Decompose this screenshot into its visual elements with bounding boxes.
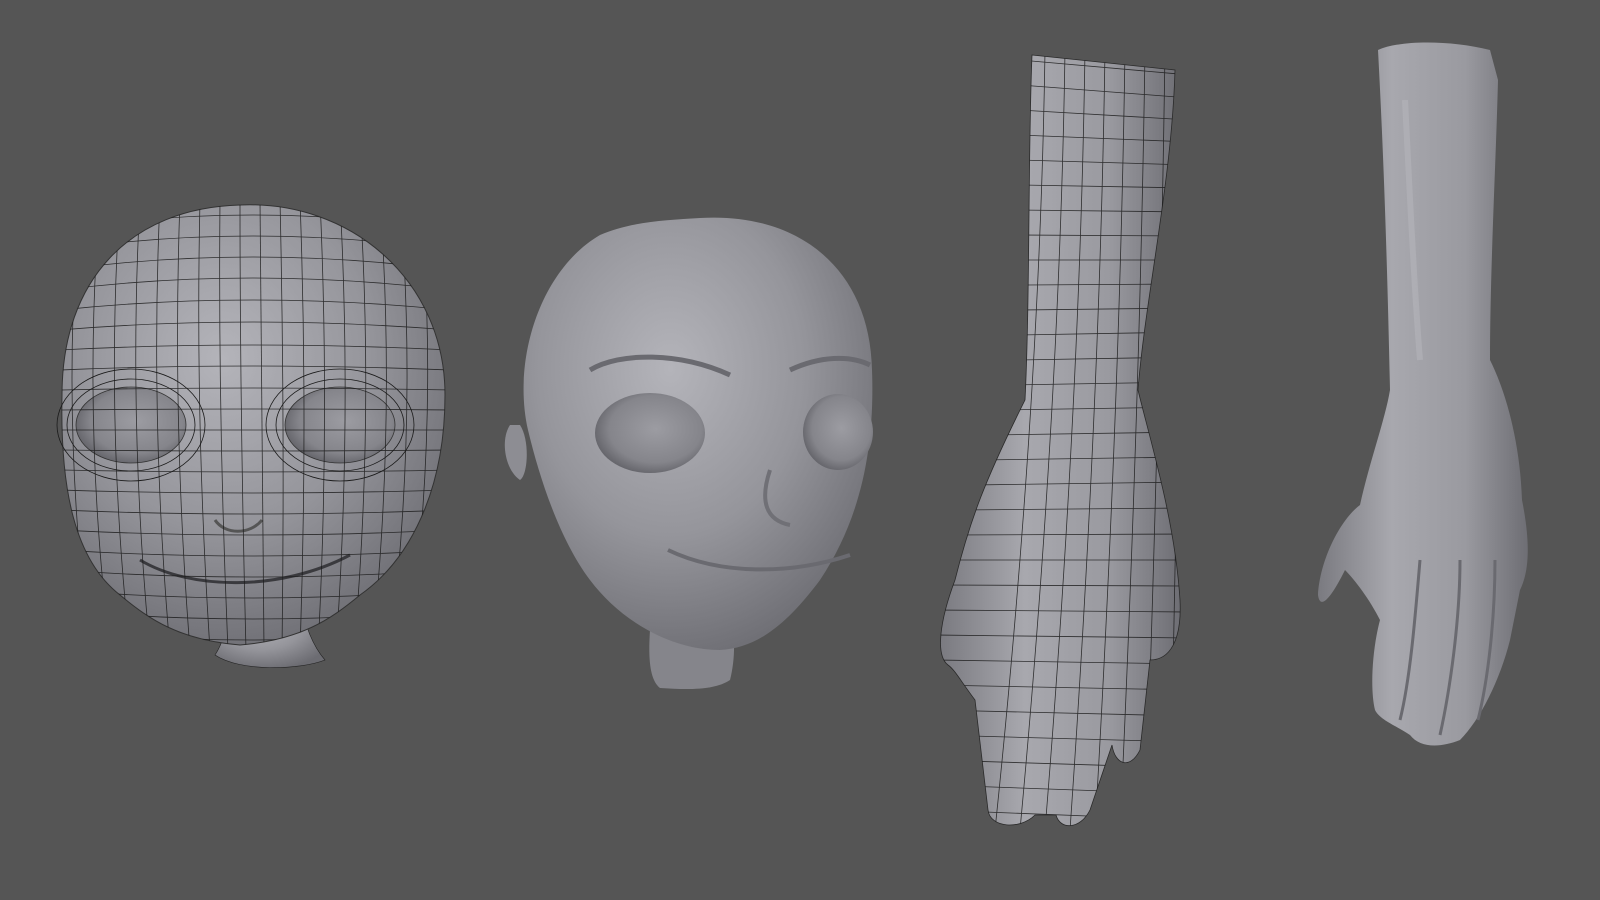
hand-wireframe[interactable] [935, 50, 1190, 830]
head-sculpted[interactable] [505, 218, 873, 689]
head-wireframe[interactable] [57, 200, 450, 668]
hand-sculpted[interactable] [1318, 43, 1528, 746]
3d-viewport[interactable] [0, 0, 1600, 900]
viewport-canvas [0, 0, 1600, 900]
